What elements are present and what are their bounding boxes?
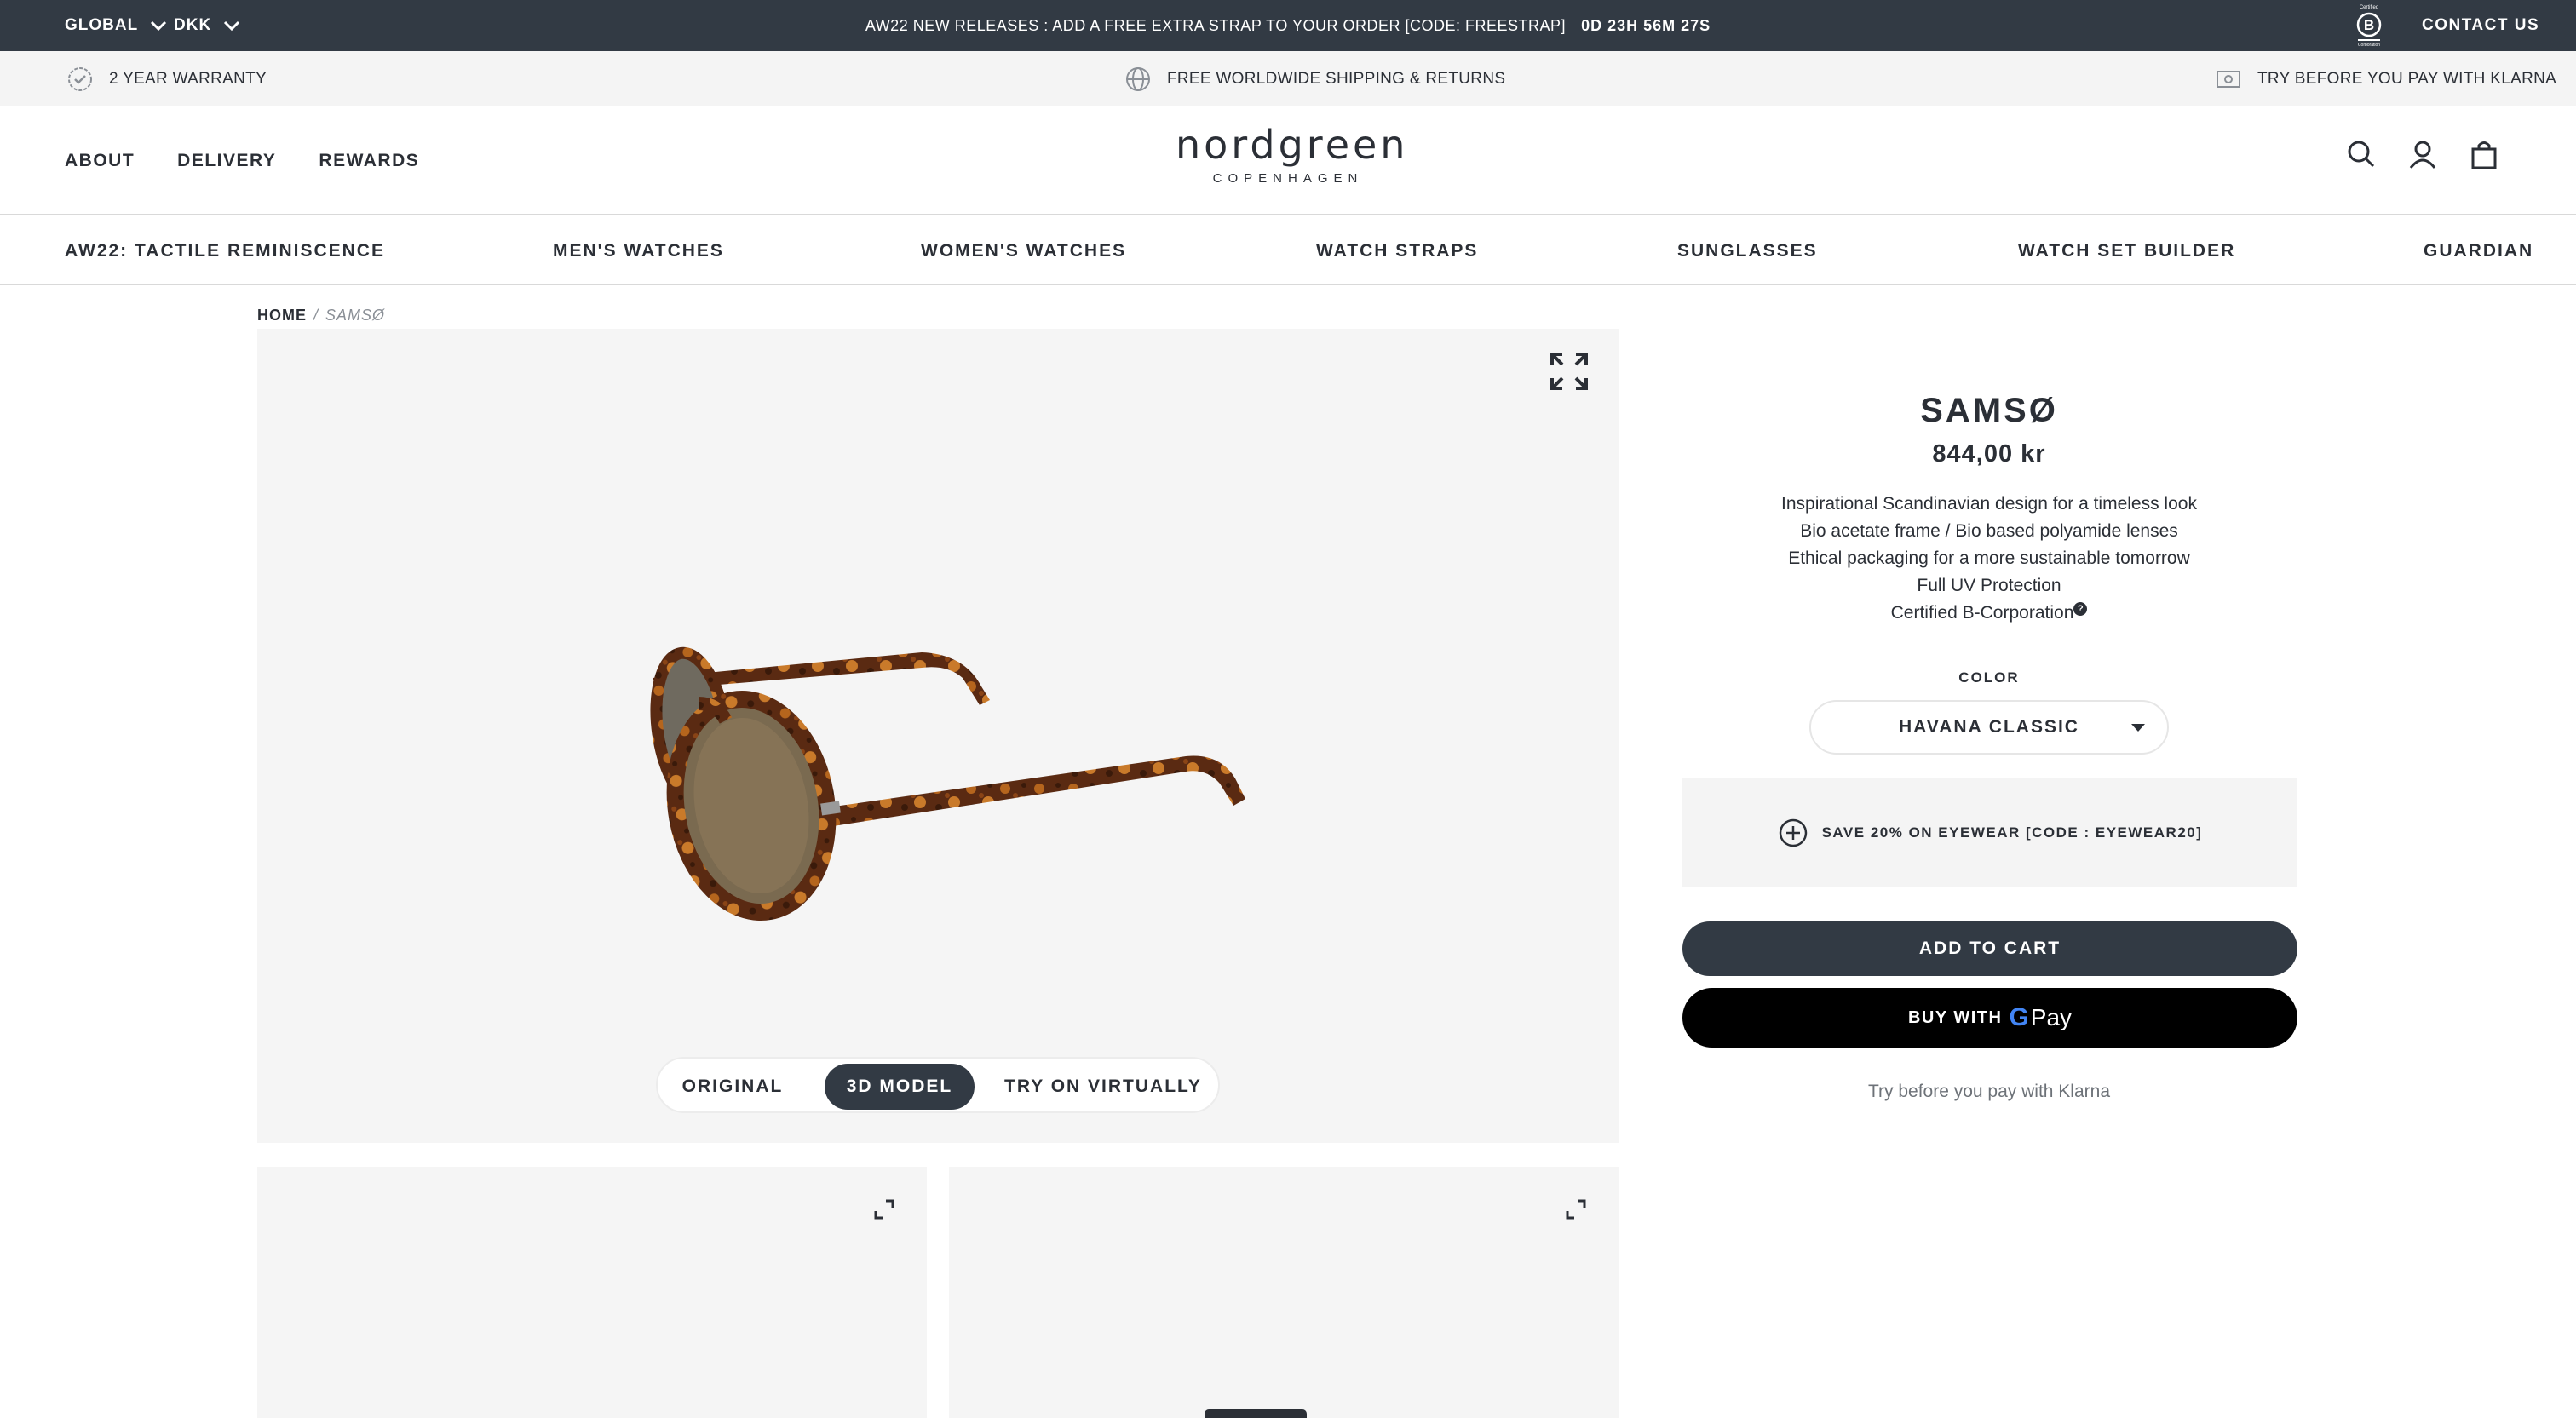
site-header: ABOUT DELIVERY REWARDS nordgreen COPENHA…	[0, 106, 2576, 215]
caret-down-icon	[2131, 724, 2145, 732]
svg-text:Corporation: Corporation	[2358, 43, 2380, 46]
category-watch-straps[interactable]: WATCH STRAPS	[1316, 217, 1478, 285]
sunglasses-image	[650, 646, 1245, 921]
category-aw22[interactable]: AW22: TACTILE REMINISCENCE	[65, 217, 385, 285]
nav-delivery[interactable]: DELIVERY	[177, 151, 276, 171]
card-icon	[2217, 70, 2240, 88]
badge-check-icon	[68, 66, 92, 91]
feature-item: Ethical packaging for a more sustainable…	[1788, 548, 2190, 568]
category-guardian[interactable]: GUARDIAN	[2424, 217, 2533, 285]
view-try-on-tab[interactable]: TRY ON VIRTUALLY	[995, 1064, 1211, 1110]
product-title: SAMSØ	[1920, 392, 2058, 429]
product-price: 844,00 kr	[1932, 440, 2046, 468]
google-g-icon: G	[2009, 1003, 2029, 1031]
pay-label: Pay	[2030, 1004, 2073, 1030]
promo-text: SAVE 20% ON EYEWEAR [CODE : EYEWEAR20]	[1821, 824, 2203, 841]
svg-text:B: B	[2364, 17, 2374, 33]
breadcrumb-separator: /	[313, 307, 319, 324]
usp-shipping-label: FREE WORLDWIDE SHIPPING & RETURNS	[1167, 69, 1506, 88]
feature-item: Certified B-Corporation	[1890, 603, 2074, 623]
product-features: Inspirational Scandinavian design for a …	[1682, 491, 2296, 627]
countdown-timer: 0D 23H 56M 27S	[1581, 16, 1711, 34]
account-icon[interactable]	[2406, 137, 2440, 171]
expand-icon[interactable]	[1564, 1197, 1588, 1221]
usp-shipping: FREE WORLDWIDE SHIPPING & RETURNS	[1124, 51, 1505, 106]
usp-bar: 2 YEAR WARRANTY FREE WORLDWIDE SHIPPING …	[0, 51, 2576, 106]
usp-klarna-label: TRY BEFORE YOU PAY WITH KLARNA	[2257, 69, 2557, 88]
feature-item-bcorp: Certified B-Corporation?	[1682, 600, 2296, 627]
b-corp-icon[interactable]: Certified B Corporation	[2355, 2, 2383, 46]
header-icons	[2344, 137, 2501, 171]
announcement[interactable]: AW22 NEW RELEASES : ADD A FREE EXTRA STR…	[0, 0, 2576, 51]
breadcrumb: HOME / SAMSØ	[257, 307, 385, 324]
cart-icon[interactable]	[2467, 137, 2501, 171]
help-icon[interactable]: ?	[2073, 602, 2088, 616]
nav-about[interactable]: ABOUT	[65, 151, 135, 171]
view-original-tab[interactable]: ORIGINAL	[664, 1064, 801, 1110]
logo-sub: COPENHAGEN	[1212, 171, 1364, 186]
category-womens-watches[interactable]: WOMEN'S WATCHES	[921, 217, 1126, 285]
site-logo[interactable]: nordgreen COPENHAGEN	[1176, 122, 1409, 186]
category-nav: AW22: TACTILE REMINISCENCE MEN'S WATCHES…	[0, 217, 2576, 285]
contact-us-link[interactable]: CONTACT US	[2422, 0, 2539, 51]
breadcrumb-home[interactable]: HOME	[257, 307, 307, 324]
feature-item: Full UV Protection	[1917, 576, 2061, 595]
add-to-cart-button[interactable]: ADD TO CART	[1682, 921, 2297, 976]
color-value: HAVANA CLASSIC	[1899, 717, 2079, 737]
product-image-peek	[1205, 1409, 1307, 1418]
fullscreen-icon[interactable]	[1549, 351, 1590, 392]
gallery-image-3[interactable]	[949, 1167, 1619, 1418]
feature-item: Inspirational Scandinavian design for a …	[1781, 494, 2197, 514]
google-pay-logo: G Pay	[2009, 1003, 2072, 1032]
announcement-bar: GLOBAL DKK AW22 NEW RELEASES : ADD A FRE…	[0, 0, 2576, 51]
view-3d-model-tab[interactable]: 3D MODEL	[825, 1064, 975, 1110]
product-gallery-main[interactable]: ORIGINAL 3D MODEL TRY ON VIRTUALLY	[257, 329, 1619, 1143]
svg-text:Certified: Certified	[2360, 5, 2378, 10]
product-info-panel: SAMSØ 844,00 kr Inspirational Scandinavi…	[1682, 392, 2297, 1102]
color-label: COLOR	[1958, 669, 2020, 686]
expand-icon[interactable]	[872, 1197, 896, 1221]
nav-rewards[interactable]: REWARDS	[319, 151, 419, 171]
color-dropdown[interactable]: HAVANA CLASSIC	[1809, 700, 2169, 755]
search-icon[interactable]	[2344, 137, 2378, 171]
category-sunglasses[interactable]: SUNGLASSES	[1677, 217, 1818, 285]
header-nav: ABOUT DELIVERY REWARDS	[65, 106, 419, 215]
google-pay-button[interactable]: BUY WITH G Pay	[1682, 988, 2297, 1048]
plus-circle-icon	[1779, 818, 1807, 847]
feature-item: Bio acetate frame / Bio based polyamide …	[1800, 521, 2178, 541]
usp-klarna: TRY BEFORE YOU PAY WITH KLARNA	[2215, 51, 2556, 106]
buy-with-label: BUY WITH	[1907, 1008, 2003, 1027]
usp-warranty: 2 YEAR WARRANTY	[66, 51, 267, 106]
view-toggle: ORIGINAL 3D MODEL TRY ON VIRTUALLY	[656, 1057, 1220, 1113]
promo-banner[interactable]: SAVE 20% ON EYEWEAR [CODE : EYEWEAR20]	[1682, 778, 2297, 887]
logo-brand: nordgreen	[1176, 122, 1409, 168]
gallery-image-2[interactable]	[257, 1167, 927, 1418]
category-watch-set-builder[interactable]: WATCH SET BUILDER	[2018, 217, 2235, 285]
announcement-text: AW22 NEW RELEASES : ADD A FREE EXTRA STR…	[865, 16, 1567, 34]
breadcrumb-current: SAMSØ	[325, 307, 386, 324]
usp-warranty-label: 2 YEAR WARRANTY	[109, 69, 267, 88]
klarna-link[interactable]: Try before you pay with Klarna	[1682, 1082, 2296, 1102]
globe-icon	[1126, 66, 1150, 91]
category-mens-watches[interactable]: MEN'S WATCHES	[553, 217, 724, 285]
